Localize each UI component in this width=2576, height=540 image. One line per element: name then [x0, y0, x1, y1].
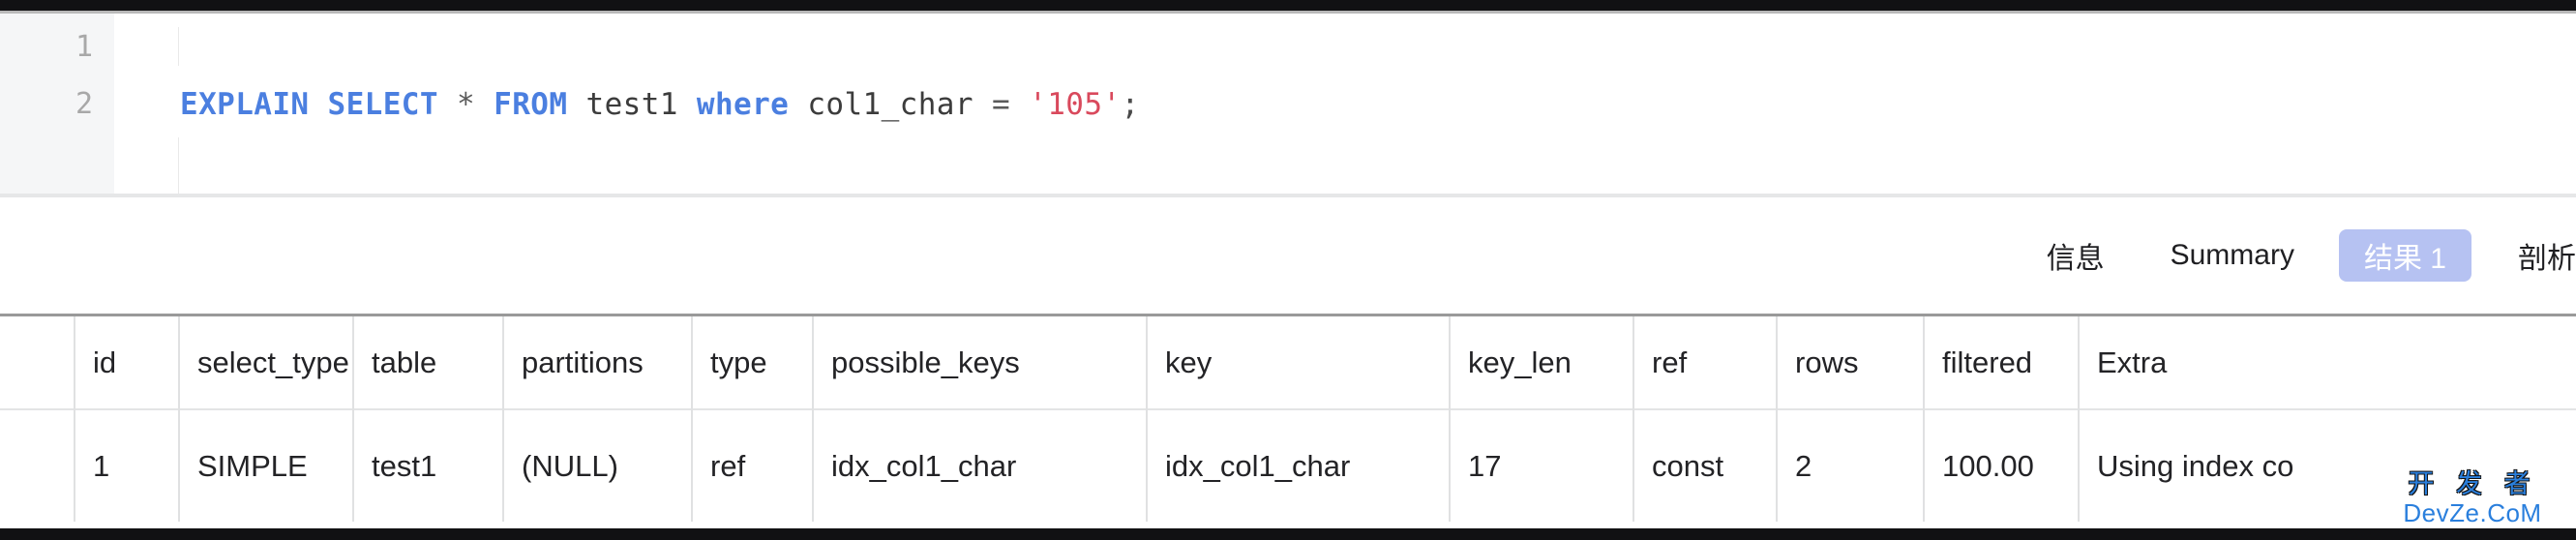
sql-space [1010, 87, 1029, 122]
column-header-key[interactable]: key [1146, 316, 1450, 409]
column-header-id[interactable]: id [74, 316, 179, 409]
sql-client-window: 1 2 EXPLAIN SELECT * FROM test1 where co… [0, 0, 2576, 540]
sql-space [678, 87, 697, 122]
column-header-ref[interactable]: ref [1632, 316, 1777, 409]
tab-summary[interactable]: Summary [2149, 229, 2316, 282]
sql-space [973, 87, 992, 122]
cell-type[interactable]: ref [691, 409, 813, 522]
sql-space [567, 87, 585, 122]
sql-space [475, 87, 494, 122]
cell-partitions[interactable]: (NULL) [502, 409, 692, 522]
indent-guide [178, 27, 179, 66]
window-top-bar [0, 0, 2576, 11]
tab-info[interactable]: 信息 [2025, 229, 2126, 282]
column-header-select-type[interactable]: select_type [178, 316, 353, 409]
editor-gutter: 1 2 [0, 14, 114, 194]
results-grid[interactable]: id select_type table partitions type pos… [0, 314, 2576, 528]
column-header-rows[interactable]: rows [1776, 316, 1924, 409]
sql-keyword-explain: EXPLAIN [180, 87, 310, 122]
column-header-table[interactable]: table [352, 316, 503, 409]
sql-equals-operator: = [991, 87, 1011, 122]
cell-select-type[interactable]: SIMPLE [178, 409, 353, 522]
cell-key-len[interactable]: 17 [1449, 409, 1633, 522]
line-number-2: 2 [75, 87, 93, 121]
cell-possible-keys[interactable]: idx_col1_char [812, 409, 1147, 522]
cell-ref[interactable]: const [1632, 409, 1777, 522]
table-header-row: id select_type table partitions type pos… [0, 316, 2576, 409]
cell-id[interactable]: 1 [74, 409, 179, 522]
cell-table[interactable]: test1 [352, 409, 503, 522]
sql-keyword-where: where [696, 87, 790, 122]
column-header-filtered[interactable]: filtered [1923, 316, 2079, 409]
column-header-partitions[interactable]: partitions [502, 316, 692, 409]
cell-rows[interactable]: 2 [1776, 409, 1924, 522]
tab-profile[interactable]: 剖析 [2497, 229, 2576, 282]
sql-star: * [457, 87, 476, 122]
line-number-1: 1 [75, 30, 93, 64]
editor-code-area[interactable]: EXPLAIN SELECT * FROM test1 where col1_c… [114, 14, 2576, 194]
sql-editor-pane[interactable]: 1 2 EXPLAIN SELECT * FROM test1 where co… [0, 14, 2576, 194]
results-tab-strip: 信息 Summary 结果 1 剖析 [0, 197, 2576, 314]
row-selector-cell[interactable] [0, 409, 75, 522]
row-selector-header [0, 316, 75, 409]
code-line-2[interactable]: EXPLAIN SELECT * FROM test1 where col1_c… [180, 88, 1140, 121]
sql-string-literal: '105' [1029, 87, 1122, 122]
cell-filtered[interactable]: 100.00 [1923, 409, 2079, 522]
sql-space [309, 87, 327, 122]
column-header-key-len[interactable]: key_len [1449, 316, 1633, 409]
cell-extra[interactable]: Using index co [2078, 409, 2576, 522]
sql-table-name: test1 [585, 87, 678, 122]
cell-key[interactable]: idx_col1_char [1146, 409, 1450, 522]
explain-result-table: id select_type table partitions type pos… [0, 316, 2576, 522]
sql-space [438, 87, 457, 122]
tab-result-1[interactable]: 结果 1 [2338, 229, 2471, 282]
sql-keyword-select: SELECT [327, 87, 438, 122]
column-header-extra[interactable]: Extra [2078, 316, 2576, 409]
table-row[interactable]: 1 SIMPLE test1 (NULL) ref idx_col1_char … [0, 409, 2576, 522]
indent-guide [178, 137, 179, 194]
column-header-possible-keys[interactable]: possible_keys [812, 316, 1147, 409]
results-tab-list: 信息 Summary 结果 1 剖析 [2014, 197, 2576, 314]
sql-column-name: col1_char [807, 87, 973, 122]
window-bottom-bar [0, 528, 2576, 540]
sql-keyword-from: FROM [494, 87, 568, 122]
column-header-type[interactable]: type [691, 316, 813, 409]
sql-semicolon: ; [1121, 87, 1140, 122]
sql-space [789, 87, 807, 122]
